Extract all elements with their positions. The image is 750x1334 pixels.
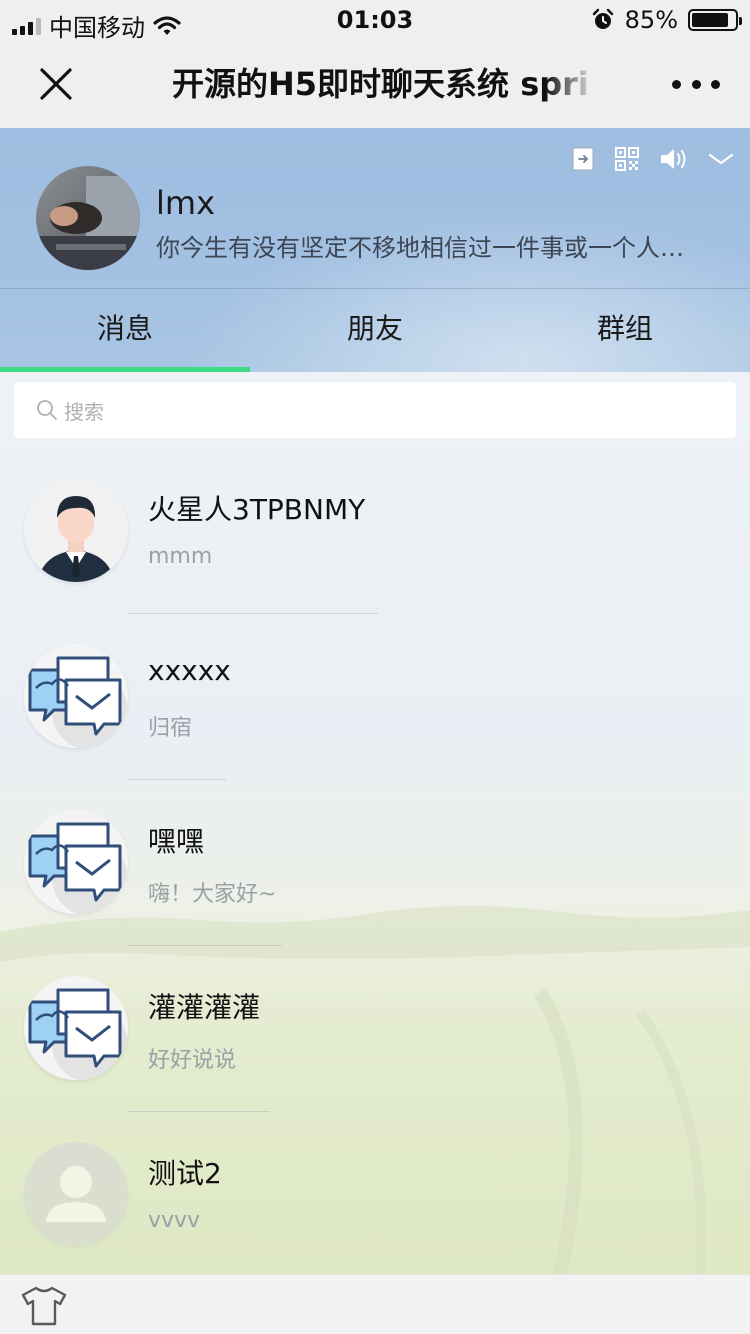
tab-groups[interactable]: 群组: [500, 289, 750, 372]
more-dots-icon[interactable]: [672, 74, 720, 94]
chat-last-message: mmm: [148, 544, 213, 569]
alarm-icon: [592, 8, 613, 29]
chat-last-message: 好好说说: [148, 1048, 237, 1073]
group-chat-avatar: [24, 810, 128, 914]
tab-messages[interactable]: 消息: [0, 289, 250, 372]
status-right: 85%: [591, 6, 742, 34]
chat-name: 灌灌灌灌: [148, 991, 261, 1024]
profile-avatar-image: [36, 166, 140, 270]
battery-level: [692, 13, 728, 27]
chat-item[interactable]: 灌灌灌灌 好好说说: [0, 946, 750, 1112]
profile-header: lmx 你今生有没有坚定不移地相信过一件事或一个人… 消息 朋友 群组: [0, 128, 750, 372]
chat-list: 火星人3TPBNMY mmm xxxxx 归宿 嘿嘿 嗨！大家好~ 灌灌灌灌 好…: [0, 448, 750, 1274]
content-area: 搜索 火星人3TPBNMY mmm xxxxx 归宿 嘿嘿 嗨！大家好~ 灌灌灌…: [0, 372, 750, 1274]
logout-icon[interactable]: [570, 146, 596, 172]
battery-icon: [688, 9, 742, 31]
profile-avatar[interactable]: [36, 166, 140, 270]
search-icon: [37, 400, 57, 420]
chat-item[interactable]: 火星人3TPBNMY mmm: [0, 448, 750, 614]
chat-last-message: vvvv: [148, 1208, 201, 1233]
battery-percent: 85%: [624, 6, 678, 34]
page-title: 开源的H5即时聊天系统 spri: [172, 65, 589, 103]
chat-name: 测试2: [148, 1157, 222, 1190]
chat-last-message: 嗨！大家好~: [148, 882, 277, 907]
search-input[interactable]: 搜索: [64, 396, 104, 425]
close-icon[interactable]: [34, 62, 78, 106]
volume-icon[interactable]: [658, 146, 690, 172]
qrcode-icon[interactable]: [614, 146, 640, 172]
chevron-down-icon[interactable]: [708, 146, 734, 172]
group-chat-avatar: [24, 644, 128, 748]
group-chat-avatar: [24, 976, 128, 1080]
chat-name: 火星人3TPBNMY: [148, 493, 366, 526]
profile-signature[interactable]: 你今生有没有坚定不移地相信过一件事或一个人…: [156, 228, 736, 263]
chat-item[interactable]: 测试2 vvvv: [0, 1112, 750, 1274]
chat-name: xxxxx: [148, 654, 231, 687]
tab-bar: 消息 朋友 群组: [0, 288, 750, 372]
profile-tools: [570, 146, 734, 172]
shirt-icon[interactable]: [20, 1285, 68, 1327]
status-bar: 中国移动 01:03 85%: [0, 0, 750, 42]
chat-last-message: 归宿: [148, 716, 193, 741]
tab-friends[interactable]: 朋友: [250, 289, 500, 372]
profile-name: lmx: [156, 184, 215, 222]
chat-name: 嘿嘿: [148, 825, 205, 858]
default-user-avatar: [24, 1142, 128, 1246]
search-bar[interactable]: 搜索: [14, 382, 736, 438]
nav-bar: 开源的H5即时聊天系统 spri: [0, 40, 750, 128]
bottom-bar: [0, 1274, 750, 1334]
chat-item[interactable]: xxxxx 归宿: [0, 614, 750, 780]
chat-item[interactable]: 嘿嘿 嗨！大家好~: [0, 780, 750, 946]
businessman-avatar: [24, 478, 128, 582]
